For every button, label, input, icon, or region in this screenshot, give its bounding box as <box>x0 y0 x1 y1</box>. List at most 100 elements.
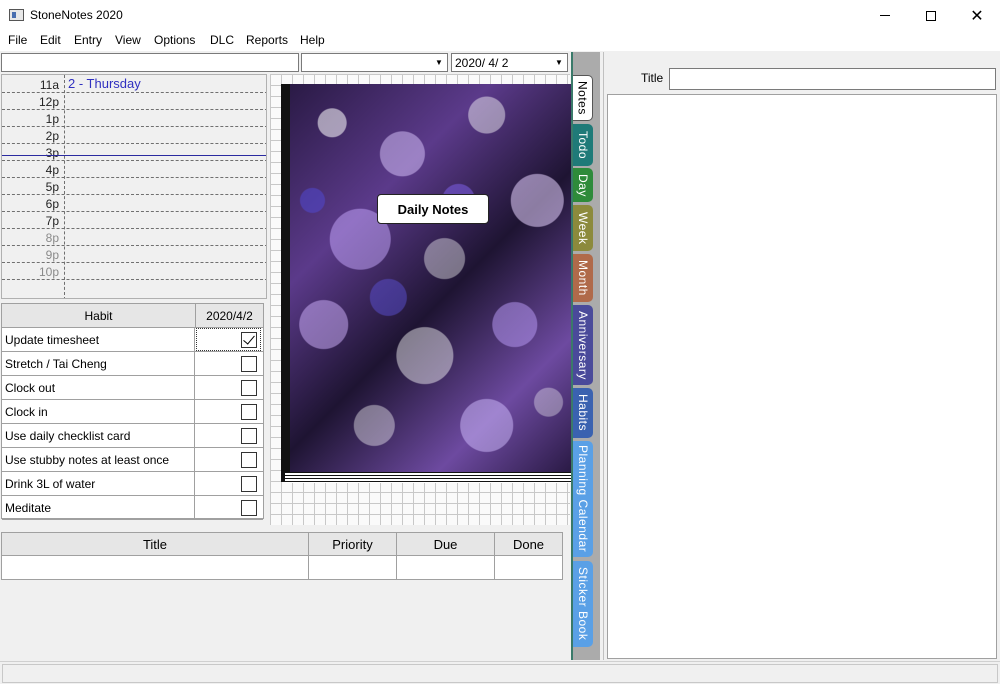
time-slot[interactable]: 1p <box>2 110 266 127</box>
habit-row: Update timesheet <box>2 328 263 352</box>
status-bar <box>0 661 1000 684</box>
habit-column-header[interactable]: Habit <box>2 304 196 328</box>
todo-col-done[interactable]: Done <box>495 533 562 556</box>
time-slot[interactable]: 6p <box>2 195 266 212</box>
maximize-button[interactable] <box>908 0 954 31</box>
time-label: 4p <box>45 163 59 177</box>
date-column-header[interactable]: 2020/4/2 <box>196 304 263 328</box>
time-slot[interactable]: 5p <box>2 178 266 195</box>
menu-options[interactable]: Options <box>154 33 195 47</box>
tab-anniversary[interactable]: Anniversary <box>573 305 593 385</box>
time-slot[interactable]: 9p <box>2 246 266 263</box>
habit-name[interactable]: Meditate <box>2 496 195 519</box>
time-slot[interactable]: 2p <box>2 127 266 144</box>
menu-edit[interactable]: Edit <box>40 33 61 47</box>
habit-checkbox[interactable] <box>241 452 257 468</box>
time-label: 9p <box>45 248 59 262</box>
time-slot[interactable]: 8p <box>2 229 266 246</box>
note-editor[interactable] <box>607 94 997 659</box>
menu-view[interactable]: View <box>115 33 141 47</box>
date-value: 2020/ 4/ 2 <box>455 56 509 70</box>
notebook-label: Daily Notes <box>377 194 489 224</box>
habit-row: Use stubby notes at least once <box>2 448 263 472</box>
time-label: 6p <box>45 197 59 211</box>
todo-col-title[interactable]: Title <box>2 533 309 556</box>
tab-day[interactable]: Day <box>573 168 593 202</box>
time-label: 10p <box>38 265 59 279</box>
tab-todo[interactable]: Todo <box>573 124 593 166</box>
time-label: 12p <box>38 95 59 109</box>
menu-bar: File Edit Entry View Options DLC Reports… <box>0 31 1000 51</box>
habit-checkbox[interactable] <box>241 404 257 420</box>
menu-file[interactable]: File <box>8 33 27 47</box>
notebook-spine <box>281 84 290 482</box>
notebook-pages <box>285 472 571 483</box>
time-slot[interactable]: 10p <box>2 263 266 280</box>
minimize-button[interactable] <box>862 0 908 31</box>
note-title-label: Title <box>641 71 664 85</box>
tab-sticker-book[interactable]: Sticker Book <box>573 561 593 647</box>
app-window: StoneNotes 2020 ✕ File Edit Entry View O… <box>0 0 1000 684</box>
todo-table: Title Priority Due Done <box>1 532 563 580</box>
habit-name[interactable]: Update timesheet <box>2 328 195 351</box>
todo-cell[interactable] <box>495 556 562 579</box>
title-bar: StoneNotes 2020 ✕ <box>0 0 1000 31</box>
close-icon: ✕ <box>970 7 984 25</box>
time-label: 5p <box>45 180 59 194</box>
time-slot[interactable]: 7p <box>2 212 266 229</box>
menu-dlc[interactable]: DLC <box>210 33 234 47</box>
time-slot[interactable]: 4p <box>2 161 266 178</box>
todo-cell[interactable] <box>2 556 309 579</box>
tab-week[interactable]: Week <box>573 205 593 251</box>
current-time-line <box>2 155 266 156</box>
habit-checkbox[interactable] <box>241 428 257 444</box>
habit-row: Clock out <box>2 376 263 400</box>
habit-row: Use daily checklist card <box>2 424 263 448</box>
window-title: StoneNotes 2020 <box>30 8 123 22</box>
todo-col-priority[interactable]: Priority <box>309 533 397 556</box>
notebook-cover[interactable] <box>290 84 571 472</box>
note-title-input[interactable] <box>669 68 996 90</box>
habit-checkbox[interactable] <box>241 356 257 372</box>
habit-row: Clock in <box>2 400 263 424</box>
tab-notes[interactable]: Notes <box>573 75 593 121</box>
tab-month[interactable]: Month <box>573 254 593 302</box>
habit-checkbox[interactable] <box>241 500 257 516</box>
menu-help[interactable]: Help <box>300 33 325 47</box>
day-schedule[interactable]: 2 - Thursday 11a 12p 1p 2p 3p 4p 5p 6p 7p 8p 9p 10p <box>1 74 267 299</box>
menu-reports[interactable]: Reports <box>246 33 288 47</box>
filter-dropdown[interactable]: ▼ <box>301 53 448 72</box>
habit-row: Stretch / Tai Cheng <box>2 352 263 376</box>
time-label: 11a <box>39 78 59 92</box>
tab-habits[interactable]: Habits <box>573 388 593 438</box>
time-slot[interactable]: 3p <box>2 144 266 161</box>
search-field[interactable] <box>1 53 299 72</box>
chevron-down-icon: ▼ <box>555 58 563 67</box>
habit-row: Drink 3L of water <box>2 472 263 496</box>
time-slot[interactable]: 12p <box>2 93 266 110</box>
habit-checkbox[interactable] <box>241 332 257 348</box>
time-label: 7p <box>45 214 59 228</box>
tab-planning-calendar[interactable]: Planning Calendar <box>573 441 593 557</box>
habit-name[interactable]: Clock out <box>2 376 195 399</box>
habits-table: Habit 2020/4/2 Update timesheet Stretch /… <box>1 303 264 520</box>
todo-cell[interactable] <box>397 556 495 579</box>
habit-checkbox[interactable] <box>241 380 257 396</box>
date-picker[interactable]: 2020/ 4/ 2 ▼ <box>451 53 568 72</box>
todo-cell[interactable] <box>309 556 397 579</box>
habit-name[interactable]: Drink 3L of water <box>2 472 195 495</box>
menu-entry[interactable]: Entry <box>74 33 102 47</box>
habit-name[interactable]: Stretch / Tai Cheng <box>2 352 195 375</box>
chevron-down-icon: ▼ <box>435 58 443 67</box>
app-icon <box>9 9 24 21</box>
todo-col-due[interactable]: Due <box>397 533 495 556</box>
habit-checkbox[interactable] <box>241 476 257 492</box>
habit-row: Meditate <box>2 496 263 520</box>
time-slot[interactable]: 11a <box>2 76 266 93</box>
time-label: 3p <box>45 146 59 160</box>
close-button[interactable]: ✕ <box>954 0 1000 31</box>
habit-name[interactable]: Clock in <box>2 400 195 423</box>
habit-name[interactable]: Use stubby notes at least once <box>2 448 195 471</box>
habit-name[interactable]: Use daily checklist card <box>2 424 195 447</box>
minimize-icon <box>880 15 890 16</box>
